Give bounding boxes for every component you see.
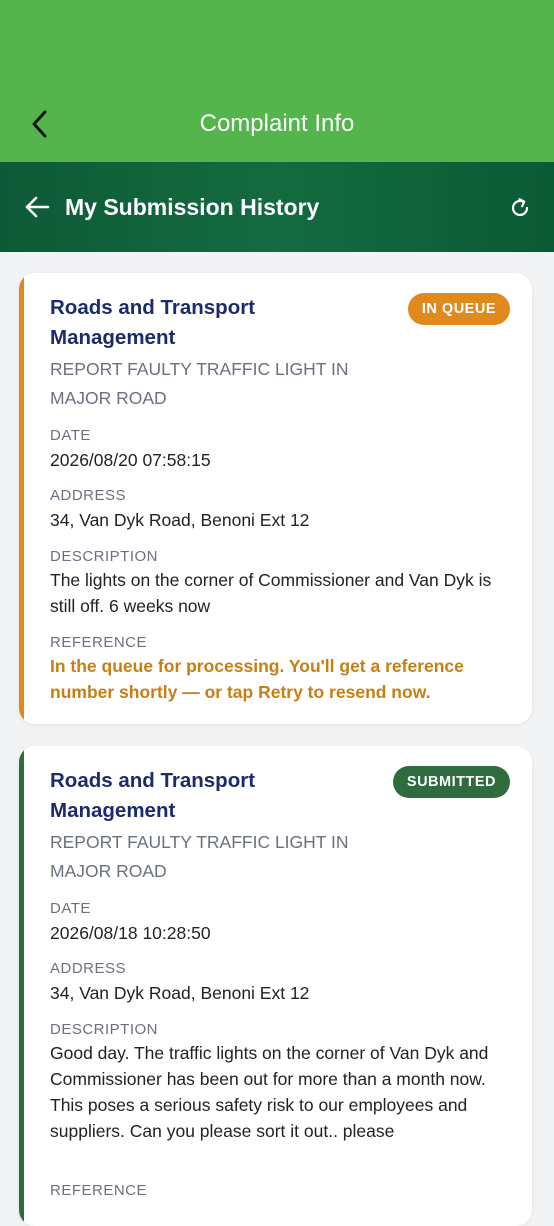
description-value: Good day. The traffic lights on the corn…	[50, 1043, 489, 1141]
app-bar: Complaint Info	[0, 0, 554, 162]
arrow-left-icon	[25, 196, 50, 218]
address-value: 34, Van Dyk Road, Benoni Ext 12	[50, 510, 310, 530]
status-stripe	[19, 746, 24, 1226]
submission-card[interactable]: Roads and Transport Management IN QUEUE …	[19, 273, 532, 724]
status-badge: IN QUEUE	[407, 293, 510, 325]
status-stripe	[19, 273, 24, 724]
complaint-subject: REPORT FAULTY TRAFFIC LIGHT IN MAJOR ROA…	[50, 359, 349, 408]
description-label: DESCRIPTION	[50, 1021, 159, 1038]
date-value: 2026/08/20 07:58:15	[50, 450, 211, 470]
description-value: The lights on the corner of Commissioner…	[50, 570, 492, 616]
reference-label: REFERENCE	[50, 1182, 148, 1199]
refresh-icon	[511, 198, 529, 217]
submission-card[interactable]: Roads and Transport Management SUBMITTED…	[19, 746, 532, 1226]
reference-label: REFERENCE	[50, 634, 148, 651]
department-name: Roads and Transport Management	[50, 296, 256, 349]
history-title: My Submission History	[65, 194, 320, 220]
history-header: My Submission History	[0, 162, 554, 252]
date-label: DATE	[50, 427, 91, 444]
date-value: 2026/08/18 10:28:50	[50, 923, 211, 943]
address-label: ADDRESS	[50, 487, 127, 504]
description-label: DESCRIPTION	[50, 548, 159, 565]
date-label: DATE	[50, 900, 91, 917]
refresh-button[interactable]	[502, 190, 538, 226]
reference-value: In the queue for processing. You'll get …	[50, 656, 464, 702]
status-badge: SUBMITTED	[392, 766, 510, 798]
address-value: 34, Van Dyk Road, Benoni Ext 12	[50, 983, 310, 1003]
app-bar-title: Complaint Info	[199, 110, 355, 137]
address-label: ADDRESS	[50, 960, 127, 977]
history-back-button[interactable]	[20, 190, 54, 224]
department-name: Roads and Transport Management	[50, 769, 256, 822]
complaint-subject: REPORT FAULTY TRAFFIC LIGHT IN MAJOR ROA…	[50, 832, 349, 881]
